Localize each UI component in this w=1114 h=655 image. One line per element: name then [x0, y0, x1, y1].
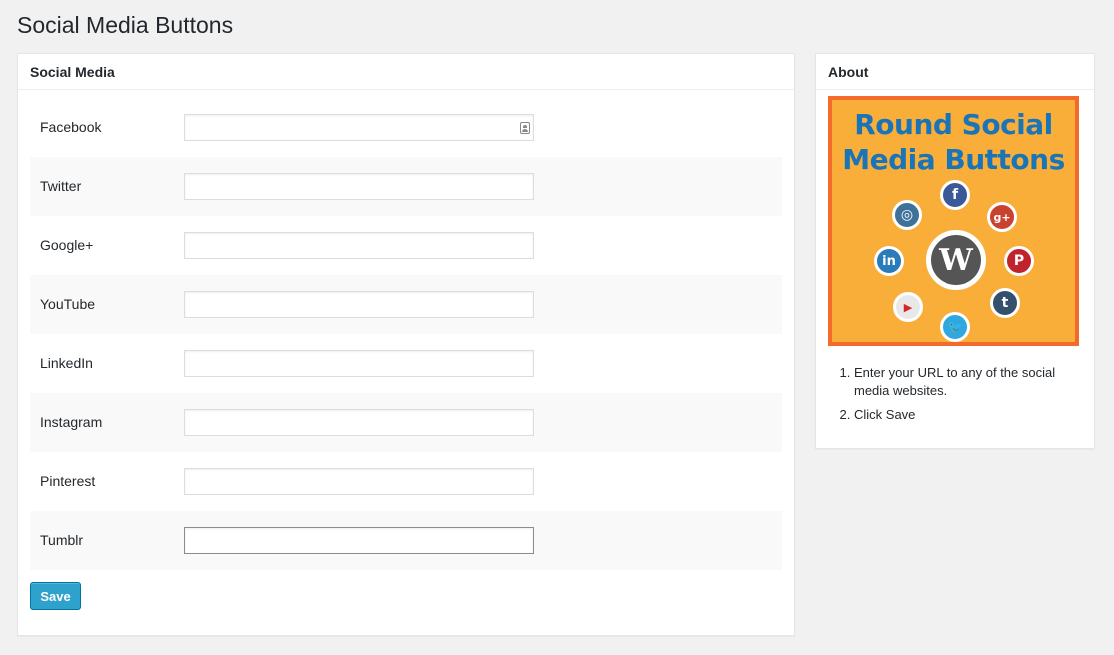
wordpress-icon: W [926, 230, 986, 290]
linkedin-row: LinkedIn [30, 334, 782, 393]
youtube-label: YouTube [40, 296, 96, 312]
instructions-list: Enter your URL to any of the social medi… [838, 364, 1078, 430]
instagram-icon: ◎ [892, 200, 922, 230]
about-box-heading: About [816, 54, 1094, 90]
google-plus-row: Google+ [30, 216, 782, 275]
instruction-step: Click Save [854, 406, 1078, 424]
twitter-label: Twitter [40, 178, 82, 194]
about-box: About Round Social Media Buttons W f g+ … [815, 53, 1095, 449]
twitter-url-input[interactable] [184, 173, 534, 200]
wordpress-glyph: W [931, 235, 981, 285]
youtube-row: YouTube [30, 275, 782, 334]
tumblr-row: Tumblr [30, 511, 782, 570]
social-media-box: Social Media Facebook Twitter Google+ Yo… [17, 53, 795, 636]
facebook-label: Facebook [40, 119, 102, 135]
pinterest-icon: P [1004, 246, 1034, 276]
youtube-icon: ▶ [893, 292, 923, 322]
pinterest-row: Pinterest [30, 452, 782, 511]
twitter-row: Twitter [30, 157, 782, 216]
instagram-url-input[interactable] [184, 409, 534, 436]
linkedin-icon: in [874, 246, 904, 276]
facebook-url-input[interactable] [184, 114, 534, 141]
tumblr-url-input[interactable] [184, 527, 534, 554]
linkedin-label: LinkedIn [40, 355, 93, 371]
pinterest-label: Pinterest [40, 473, 96, 489]
tumblr-label: Tumblr [40, 532, 84, 548]
google-plus-label: Google+ [40, 237, 94, 253]
youtube-url-input[interactable] [184, 291, 534, 318]
promo-title-line-2: Media Buttons [842, 143, 1065, 176]
tumblr-icon: t [990, 288, 1020, 318]
facebook-icon: f [940, 180, 970, 210]
facebook-row: Facebook [30, 98, 782, 157]
save-button[interactable]: Save [30, 582, 81, 610]
contact-card-icon[interactable] [520, 122, 530, 134]
promo-title-line-1: Round Social [854, 108, 1053, 141]
twitter-icon: 🐦 [940, 312, 970, 342]
linkedin-url-input[interactable] [184, 350, 534, 377]
round-social-buttons-promo-image: Round Social Media Buttons W f g+ P t 🐦 … [828, 96, 1079, 346]
google-plus-url-input[interactable] [184, 232, 534, 259]
social-media-box-heading: Social Media [18, 54, 794, 90]
instruction-step: Enter your URL to any of the social medi… [854, 364, 1078, 400]
instagram-row: Instagram [30, 393, 782, 452]
pinterest-url-input[interactable] [184, 468, 534, 495]
google-plus-icon: g+ [987, 202, 1017, 232]
social-media-form: Facebook Twitter Google+ YouTube LinkedI… [30, 98, 782, 570]
instagram-label: Instagram [40, 414, 103, 430]
page-title: Social Media Buttons [17, 12, 234, 38]
